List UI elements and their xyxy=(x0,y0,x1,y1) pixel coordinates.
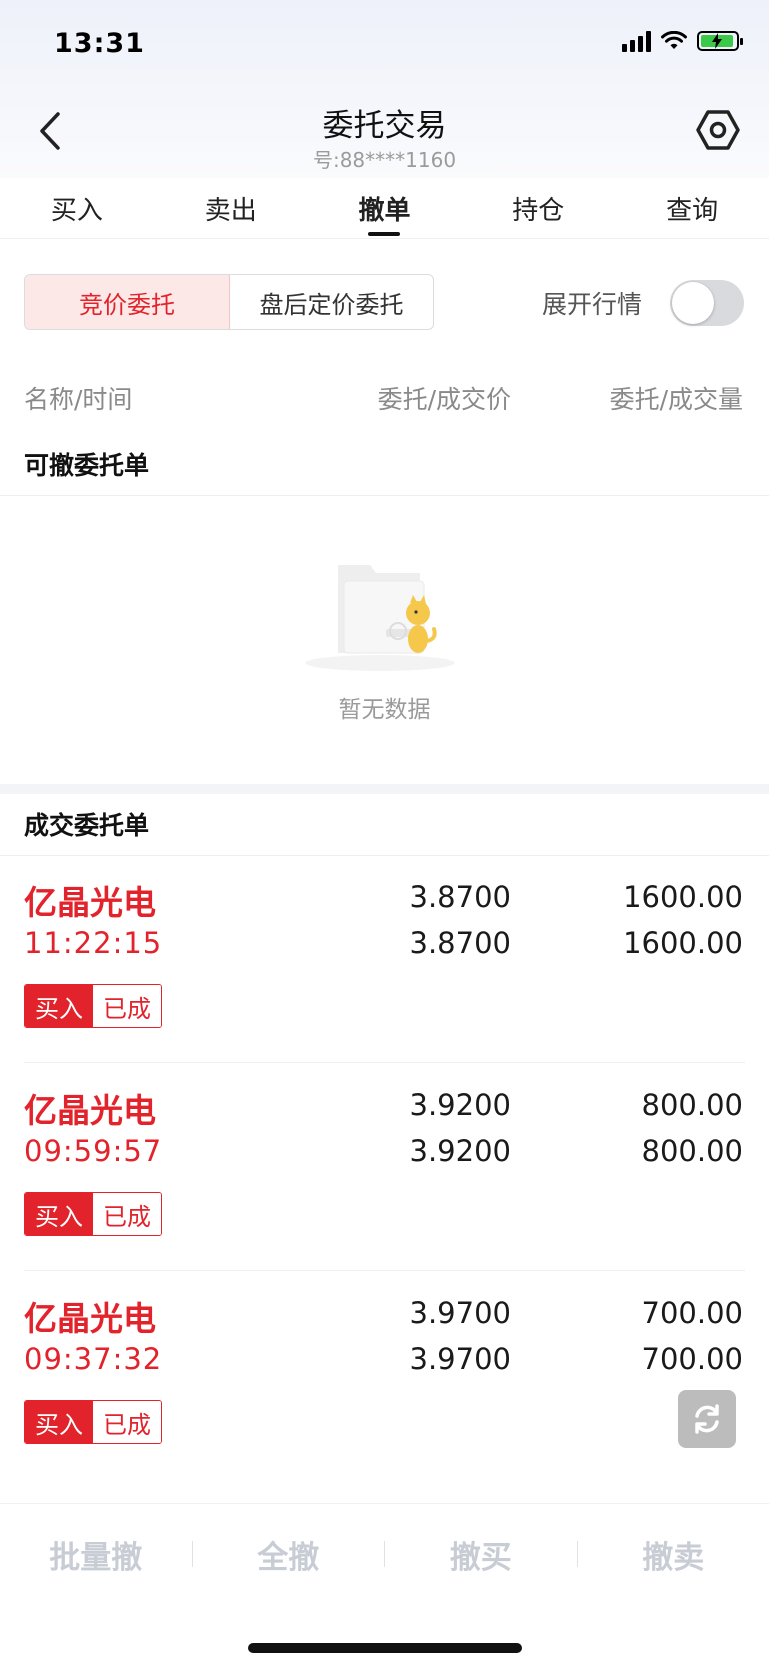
tab-positions[interactable]: 持仓 xyxy=(461,178,615,238)
side-badge: 买入 xyxy=(25,1401,93,1443)
home-indicator xyxy=(248,1643,522,1653)
segment-after-hours-order[interactable]: 盘后定价委托 xyxy=(230,275,433,329)
settings-button[interactable] xyxy=(693,104,743,156)
cancel-buy-button[interactable]: 撤买 xyxy=(385,1532,577,1577)
refresh-button[interactable] xyxy=(678,1390,736,1448)
status-icons xyxy=(622,30,743,52)
column-header-name-time: 名称/时间 xyxy=(24,385,133,414)
deal-price: 3.8700 xyxy=(409,926,511,960)
tab-cancel[interactable]: 撤单 xyxy=(308,178,462,238)
batch-cancel-button[interactable]: 批量撤 xyxy=(0,1532,192,1577)
status-badge: 已成 xyxy=(93,1401,161,1443)
stock-name: 亿晶光电 xyxy=(24,1091,156,1130)
page-title: 委托交易 xyxy=(322,108,447,144)
cancel-all-button[interactable]: 全撤 xyxy=(193,1532,385,1577)
order-quantity: 700.00 xyxy=(641,1296,743,1330)
account-number: 号:88****1160 xyxy=(312,148,457,172)
filled-orders-title: 成交委托单 xyxy=(24,811,150,840)
stock-name: 亿晶光电 xyxy=(24,883,156,922)
deal-price: 3.9700 xyxy=(409,1342,511,1376)
segment-auction-order[interactable]: 竞价委托 xyxy=(25,275,230,329)
column-header-price: 委托/成交价 xyxy=(377,385,511,414)
trade-tabs: 买入 卖出 撤单 持仓 查询 xyxy=(0,178,769,239)
empty-state-text: 暂无数据 xyxy=(338,697,431,723)
order-quantity: 800.00 xyxy=(641,1088,743,1122)
side-badge: 买入 xyxy=(25,985,93,1027)
status-time: 13:31 xyxy=(54,28,145,59)
row-divider xyxy=(24,1062,745,1063)
toggle-knob xyxy=(672,282,714,324)
tab-buy[interactable]: 买入 xyxy=(0,178,154,238)
expand-quotes-toggle[interactable] xyxy=(670,280,744,326)
order-time: 11:22:15 xyxy=(24,926,163,960)
order-status-badge: 买入 已成 xyxy=(24,1192,162,1236)
battery-charging-icon xyxy=(697,31,743,51)
order-type-segment: 竞价委托 盘后定价委托 xyxy=(24,274,434,330)
status-badge: 已成 xyxy=(93,985,161,1027)
order-price: 3.9700 xyxy=(409,1296,511,1330)
cellular-signal-icon xyxy=(622,30,651,52)
section-gap xyxy=(0,784,769,794)
order-status-badge: 买入 已成 xyxy=(24,984,162,1028)
deal-quantity: 700.00 xyxy=(641,1342,743,1376)
cancel-sell-button[interactable]: 撤卖 xyxy=(578,1532,769,1577)
bottom-action-bar: 批量撤 全撤 撤买 撤卖 xyxy=(0,1503,769,1604)
expand-quotes-label: 展开行情 xyxy=(542,290,643,319)
stock-name: 亿晶光电 xyxy=(24,1299,156,1338)
refresh-icon xyxy=(695,1404,719,1434)
column-header-quantity: 委托/成交量 xyxy=(609,385,743,414)
wifi-icon xyxy=(661,31,687,49)
row-divider xyxy=(24,1270,745,1271)
empty-state-illustration xyxy=(305,565,455,671)
section-divider xyxy=(0,855,769,856)
side-badge: 买入 xyxy=(25,1193,93,1235)
deal-quantity: 800.00 xyxy=(641,1134,743,1168)
cancelable-orders-title: 可撤委托单 xyxy=(24,451,150,480)
order-quantity: 1600.00 xyxy=(623,880,743,914)
order-row[interactable]: 亿晶光电 09:37:32 3.9700 3.9700 700.00 700.0… xyxy=(0,1292,769,1482)
tab-query[interactable]: 查询 xyxy=(615,178,769,238)
order-status-badge: 买入 已成 xyxy=(24,1400,162,1444)
hexagon-settings-icon xyxy=(696,110,740,150)
deal-quantity: 1600.00 xyxy=(623,926,743,960)
order-row[interactable]: 亿晶光电 09:59:57 3.9200 3.9200 800.00 800.0… xyxy=(0,1084,769,1274)
order-row[interactable]: 亿晶光电 11:22:15 3.8700 3.8700 1600.00 1600… xyxy=(0,876,769,1066)
section-divider xyxy=(0,495,769,496)
order-price: 3.9200 xyxy=(409,1088,511,1122)
order-time: 09:59:57 xyxy=(24,1134,163,1168)
order-time: 09:37:32 xyxy=(24,1342,163,1376)
deal-price: 3.9200 xyxy=(409,1134,511,1168)
order-price: 3.8700 xyxy=(409,880,511,914)
status-badge: 已成 xyxy=(93,1193,161,1235)
tab-sell[interactable]: 卖出 xyxy=(154,178,308,238)
